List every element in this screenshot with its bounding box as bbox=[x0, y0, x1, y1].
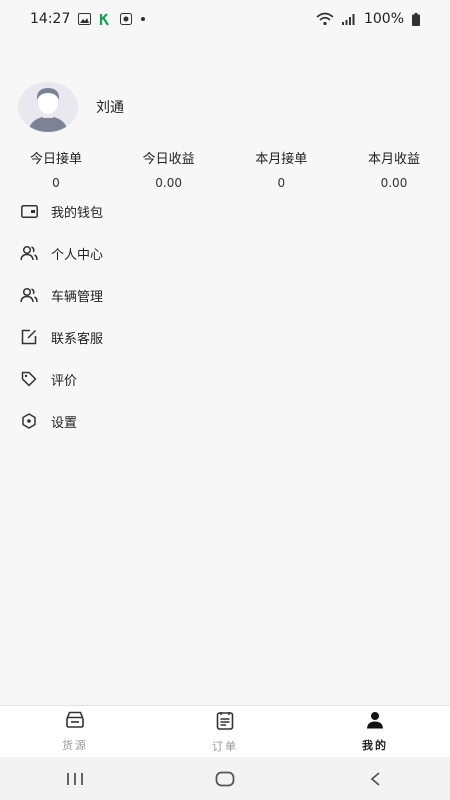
tab-label: 我的 bbox=[362, 739, 388, 752]
home-button[interactable] bbox=[195, 764, 255, 794]
menu-item-personal-center[interactable]: 个人中心 bbox=[0, 232, 450, 274]
person-icon bbox=[366, 711, 384, 733]
tab-cargo[interactable]: 货源 bbox=[25, 711, 125, 753]
menu-item-review[interactable]: 评价 bbox=[0, 358, 450, 400]
back-button[interactable] bbox=[345, 764, 405, 794]
tab-label: 订单 bbox=[212, 739, 238, 753]
menu-list: 我的钱包 个人中心 车辆管理 联系客服 评价 设置 bbox=[0, 190, 450, 442]
users-icon bbox=[20, 286, 38, 304]
avatar[interactable] bbox=[18, 82, 78, 132]
menu-item-vehicle-management[interactable]: 车辆管理 bbox=[0, 274, 450, 316]
system-nav-bar bbox=[0, 757, 450, 800]
stat-label: 本月收益 bbox=[367, 152, 420, 167]
tag-icon bbox=[20, 370, 38, 388]
cargo-icon bbox=[65, 711, 85, 733]
tab-mine[interactable]: 我的 bbox=[325, 711, 425, 753]
recent-apps-icon bbox=[67, 772, 83, 785]
wifi-icon bbox=[316, 12, 334, 26]
menu-item-wallet[interactable]: 我的钱包 bbox=[0, 190, 450, 232]
stat-label: 本月接单 bbox=[255, 152, 308, 167]
stat-today-income: 今日收益 0.00 bbox=[141, 148, 197, 190]
status-left: 14:27 bbox=[30, 11, 146, 27]
stat-value: 0 bbox=[277, 176, 286, 190]
menu-label: 个人中心 bbox=[51, 247, 104, 263]
wallet-icon bbox=[20, 202, 38, 220]
app-k-icon bbox=[99, 12, 112, 26]
stat-value: 0.00 bbox=[155, 176, 183, 190]
stats-row: 今日接单 0 今日收益 0.00 本月接单 0 本月收益 0.00 bbox=[0, 148, 450, 190]
stat-value: 0 bbox=[52, 176, 60, 190]
stat-label: 今日接单 bbox=[29, 152, 82, 167]
app-notify-icon bbox=[120, 13, 133, 25]
avatar-person-icon bbox=[28, 88, 68, 132]
battery-icon bbox=[412, 12, 420, 26]
bottom-tab-bar: 货源 订单 我的 bbox=[0, 705, 450, 758]
menu-item-settings[interactable]: 设置 bbox=[0, 400, 450, 442]
users-icon bbox=[20, 244, 38, 262]
menu-label: 评价 bbox=[51, 373, 78, 389]
user-name: 刘通 bbox=[96, 100, 124, 116]
menu-item-customer-service[interactable]: 联系客服 bbox=[0, 316, 450, 358]
home-icon bbox=[215, 771, 235, 786]
stat-value: 0.00 bbox=[380, 176, 408, 190]
menu-label: 设置 bbox=[51, 415, 78, 431]
status-time: 14:27 bbox=[30, 11, 71, 27]
menu-label: 我的钱包 bbox=[51, 205, 104, 221]
status-bar: 14:27 100% bbox=[0, 0, 450, 38]
status-right: 100% bbox=[316, 11, 420, 27]
order-icon bbox=[216, 711, 234, 734]
stat-label: 今日收益 bbox=[142, 152, 195, 167]
menu-label: 车辆管理 bbox=[51, 289, 104, 305]
back-icon bbox=[370, 771, 380, 786]
signal-icon bbox=[341, 13, 356, 25]
edit-icon bbox=[20, 328, 38, 346]
recent-apps-button[interactable] bbox=[45, 764, 105, 794]
menu-label: 联系客服 bbox=[51, 331, 104, 347]
dot-icon bbox=[140, 16, 146, 22]
battery-text: 100% bbox=[363, 11, 404, 27]
stat-month-orders: 本月接单 0 bbox=[253, 148, 309, 190]
gallery-icon bbox=[78, 13, 92, 25]
settings-icon bbox=[20, 412, 38, 430]
tab-orders[interactable]: 订单 bbox=[175, 711, 275, 754]
stat-today-orders: 今日接单 0 bbox=[28, 148, 84, 190]
stat-month-income: 本月收益 0.00 bbox=[366, 148, 422, 190]
tab-label: 货源 bbox=[62, 739, 88, 752]
profile-header[interactable]: 刘通 bbox=[18, 82, 124, 132]
